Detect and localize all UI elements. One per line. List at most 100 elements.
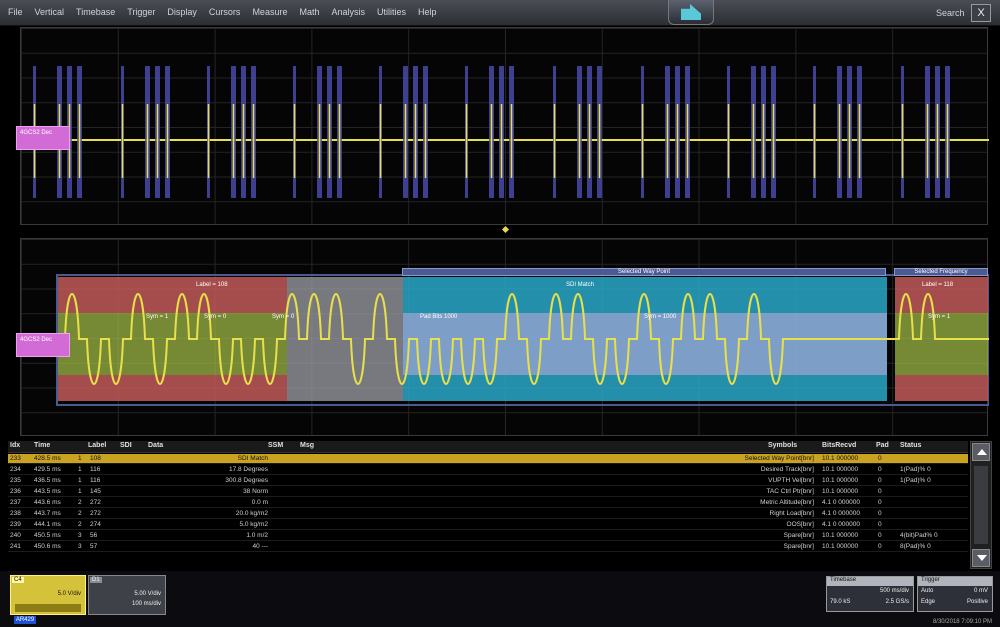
col-idx[interactable]: Idx [10, 442, 20, 449]
col-sdi[interactable]: SDI [120, 442, 132, 449]
channel-descriptor[interactable]: C4 5.0 V/div [10, 575, 86, 615]
cell-ch: 2 [78, 521, 82, 528]
cell-label: 57 [90, 543, 98, 550]
cell-pad: 0 [878, 532, 882, 539]
menu-trigger[interactable]: Trigger [127, 7, 155, 17]
cell-symbols: Selected Way Point[bnr] [744, 455, 815, 462]
scroll-up-button[interactable] [972, 443, 990, 461]
table-row[interactable]: 237 443.6 ms 2 272 0.0 m Metric Altitude[bnr]… [8, 498, 968, 508]
search-button[interactable]: Search [936, 8, 965, 18]
decode-header-frequency: Selected Frequency [894, 268, 988, 276]
cell-bitsrecvd: 10.1 000000 [822, 477, 859, 484]
menu-file[interactable]: File [8, 7, 23, 17]
trigger-descriptor[interactable]: Trigger Auto 0 mV Edge Positive [917, 576, 993, 612]
cell-ch: 1 [78, 455, 82, 462]
cell-symbols: Metric Altitude[bnr] [760, 499, 814, 506]
menu-math[interactable]: Math [299, 7, 319, 17]
col-status[interactable]: Status [900, 442, 921, 449]
cell-pad: 0 [878, 510, 882, 517]
decode-label-red: Label = 108 [196, 282, 228, 288]
col-symbols[interactable]: Symbols [768, 442, 797, 449]
table-row[interactable]: 235 436.5 ms 1 116 300.8 Degrees VUPTH Vel[bn… [8, 476, 968, 486]
cell-time: 436.5 ms [34, 477, 61, 484]
scroll-down-button[interactable] [972, 549, 990, 567]
cell-pad: 0 [878, 455, 882, 462]
menu-utilities[interactable]: Utilities [377, 7, 406, 17]
channel-label-top[interactable]: 4GCS2 Dec [16, 126, 70, 150]
menu-bar: File Vertical Timebase Trigger Display C… [0, 0, 1000, 26]
channel-tag: C4 [12, 577, 24, 583]
trigger-level: 0 mV [973, 588, 988, 594]
col-bitsrecvd[interactable]: BitsRecvd [822, 442, 856, 449]
protocol-badge[interactable]: AR429 [14, 616, 36, 624]
cell-bitsrecvd: 10.1 000000 [822, 488, 859, 495]
col-label[interactable]: Label [88, 442, 106, 449]
cell-status: 8(Pad)% 0 [900, 543, 931, 550]
col-data[interactable]: Data [148, 442, 163, 449]
cell-data: 300.8 Degrees [225, 477, 268, 484]
decode-scale: 5.00 V/div [134, 591, 161, 597]
cell-time: 450.6 ms [34, 543, 61, 550]
decode-tag: D1 [90, 577, 102, 583]
trigger-header: Trigger [918, 577, 992, 586]
table-row[interactable]: 236 443.5 ms 1 145 38 Norm TAC Ctrl Ptr[bnr] 1… [8, 487, 968, 497]
decode-sym-label: Sym = 0 [204, 314, 227, 320]
timebase-descriptor[interactable]: Timebase 500 ms/div 79.0 kS 2.5 GS/s [826, 576, 914, 612]
cell-label: 274 [90, 521, 101, 528]
menu-vertical[interactable]: Vertical [35, 7, 65, 17]
table-row[interactable]: 239 444.1 ms 2 274 5.0 kg/m2 OOS[bnr] 4.1 0 00… [8, 520, 968, 530]
table-scrollbar[interactable] [970, 441, 992, 569]
descriptor-bar: C4 5.0 V/div D1 5.00 V/div 100 ms/div AR… [0, 571, 1000, 627]
cell-idx: 237 [10, 499, 21, 506]
menu-analysis[interactable]: Analysis [331, 7, 365, 17]
cell-ch: 1 [78, 488, 82, 495]
brand-logo-button[interactable] [668, 0, 714, 25]
cell-data: 0.0 m [251, 499, 268, 506]
cell-symbols: TAC Ctrl Ptr[bnr] [766, 488, 814, 495]
cell-data: 40 --- [252, 543, 268, 550]
cell-pad: 0 [878, 466, 882, 473]
scroll-thumb[interactable] [974, 466, 988, 544]
cell-bitsrecvd: 10.1 000000 [822, 532, 859, 539]
cell-ch: 3 [78, 543, 82, 550]
cell-bitsrecvd: 10.1 000000 [822, 455, 859, 462]
cell-pad: 0 [878, 499, 882, 506]
trigger-position-marker[interactable] [501, 225, 510, 234]
cell-bitsrecvd: 4.1 0 000000 [822, 521, 860, 528]
cell-time: 450.5 ms [34, 532, 61, 539]
brand-logo-icon [681, 4, 701, 20]
table-row[interactable]: 241 450.6 ms 3 57 40 --- Spare[bnr] 10.1 00000… [8, 542, 968, 552]
col-time[interactable]: Time [34, 442, 50, 449]
cell-ch: 1 [78, 466, 82, 473]
table-row[interactable]: 238 443.7 ms 2 272 20.0 kg/m2 Right Load[bnr]… [8, 509, 968, 519]
col-ssm[interactable]: SSM [268, 442, 283, 449]
close-button[interactable]: X [971, 4, 991, 22]
channel-label-zoom[interactable]: 4GCS2 Dec [16, 333, 70, 357]
timebase-header: Timebase [827, 577, 913, 586]
cell-ch: 2 [78, 510, 82, 517]
cell-idx: 240 [10, 532, 21, 539]
cell-status: 4(bit)Pad% 0 [900, 532, 938, 539]
col-msg[interactable]: Msg [300, 442, 314, 449]
timebase-value: 500 ms/div [879, 588, 909, 594]
cell-ch: 3 [78, 532, 82, 539]
table-row[interactable]: 240 450.5 ms 3 56 1.0 m/2 Spare[bnr] 10.1 0000… [8, 531, 968, 541]
decode-sym-label: Sym = 0 [272, 314, 295, 320]
table-row[interactable]: 233 428.5 ms 1 108 SDI Match Selected Way Poi… [8, 454, 968, 464]
cell-bitsrecvd: 4.1 0 000000 [822, 510, 860, 517]
cell-data: 5.0 kg/m2 [239, 521, 268, 528]
cell-idx: 233 [10, 455, 21, 462]
table-row[interactable]: 234 429.5 ms 1 116 17.8 Degrees Desired Track… [8, 465, 968, 475]
menu-display[interactable]: Display [167, 7, 197, 17]
menu-cursors[interactable]: Cursors [209, 7, 241, 17]
col-pad[interactable]: Pad [876, 442, 889, 449]
menu-help[interactable]: Help [418, 7, 437, 17]
channel-meter [15, 604, 81, 612]
cell-symbols: Spare[bnr] [783, 543, 814, 550]
menu-timebase[interactable]: Timebase [76, 7, 115, 17]
trigger-type: Edge [921, 599, 936, 605]
waveform-grid-top[interactable] [20, 27, 989, 225]
decode-descriptor[interactable]: D1 5.00 V/div 100 ms/div [88, 575, 166, 615]
menu-measure[interactable]: Measure [252, 7, 287, 17]
digital-trace-overview [21, 66, 989, 198]
